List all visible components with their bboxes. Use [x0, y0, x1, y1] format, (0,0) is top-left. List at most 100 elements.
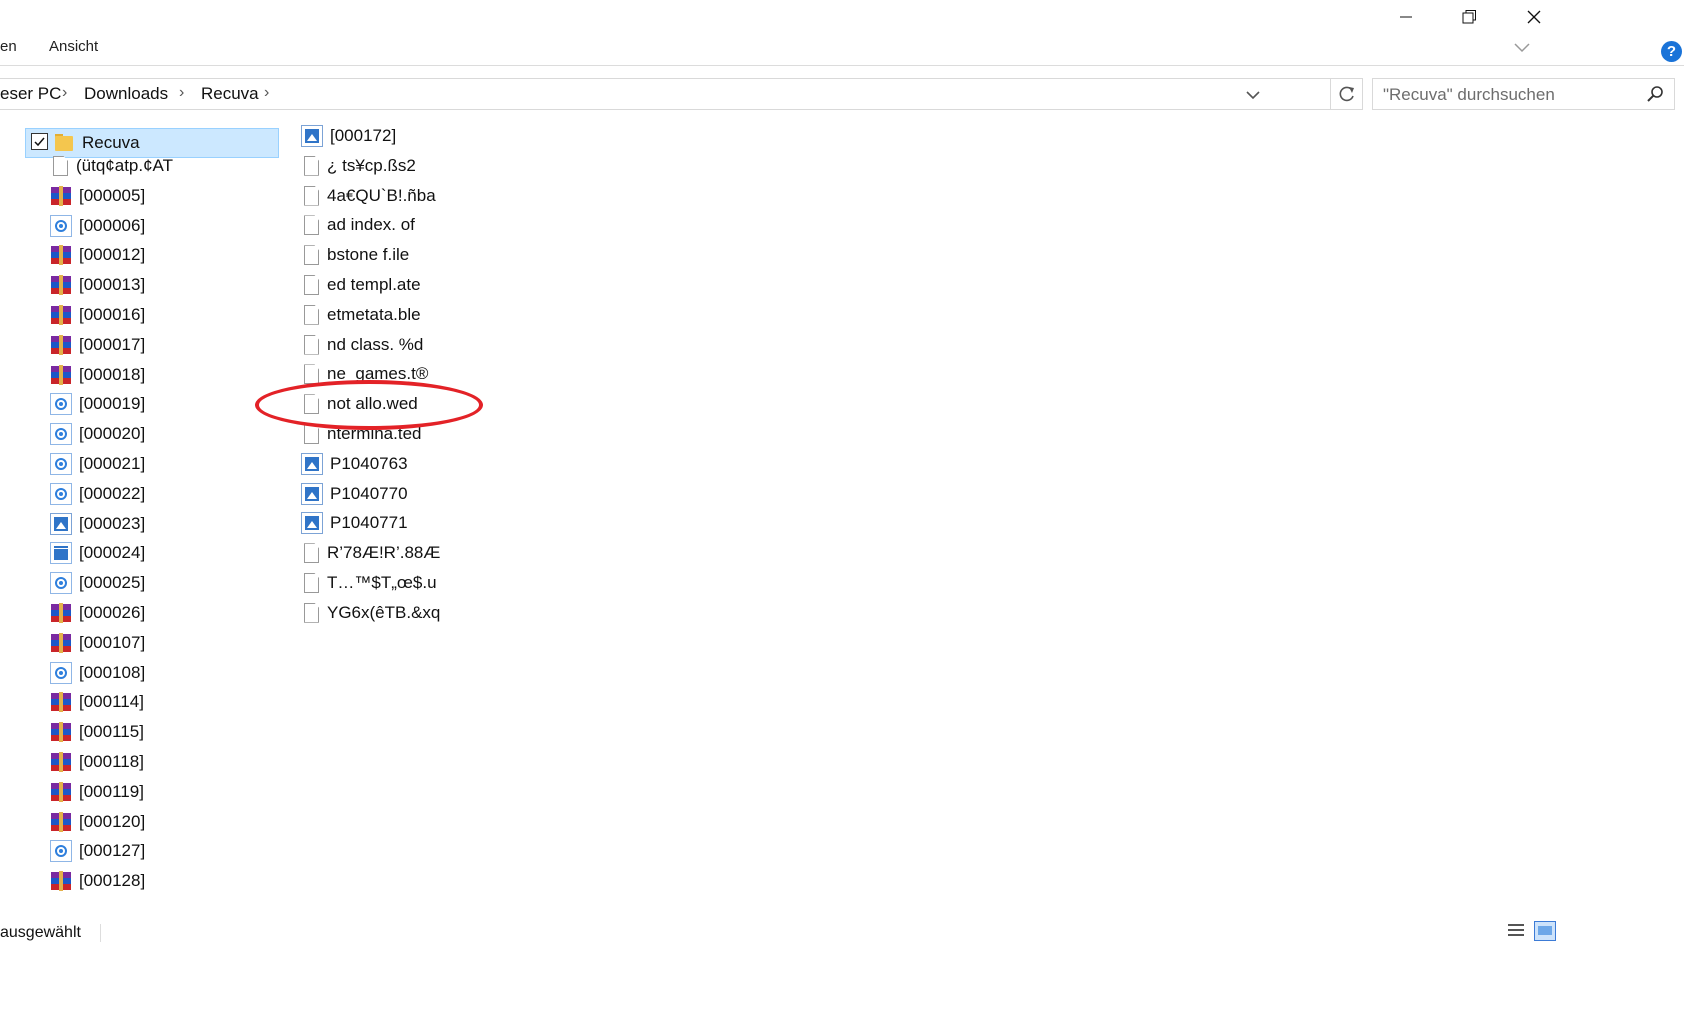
image-file-icon — [50, 512, 72, 535]
status-divider — [100, 924, 101, 942]
file-item[interactable]: YG6x(êTB.&xq — [301, 598, 440, 628]
winrar-archive-icon — [50, 721, 72, 743]
file-item[interactable]: [000119] — [50, 777, 144, 807]
document-icon — [304, 602, 319, 623]
file-name: [000114] — [79, 692, 144, 712]
file-item[interactable]: [000025] — [50, 568, 145, 598]
breadcrumb-downloads[interactable]: Downloads — [84, 84, 168, 104]
file-name: R’78Æ!R’.88Æ — [327, 543, 441, 563]
ribbon-divider — [0, 65, 1684, 66]
file-item[interactable]: [000019] — [50, 389, 145, 419]
chevron-down-icon — [1514, 43, 1530, 53]
document-icon — [304, 364, 319, 385]
image-file-icon — [301, 482, 323, 505]
image-file-icon — [301, 125, 323, 147]
file-name: [000025] — [79, 573, 146, 593]
breadcrumb-recuva[interactable]: Recuva — [201, 84, 259, 104]
file-name: [000019] — [79, 394, 146, 414]
file-item[interactable]: [000013] — [50, 270, 145, 300]
ribbon-tab-partial[interactable]: en — [0, 38, 17, 55]
file-name: [000022] — [79, 483, 146, 503]
winrar-archive-icon — [50, 602, 72, 624]
file-item[interactable]: bstone f.ile — [301, 240, 409, 270]
document-icon — [304, 155, 319, 176]
file-name: ed templ.ate — [327, 275, 421, 294]
tab-view[interactable]: Ansicht — [49, 38, 98, 55]
document-icon — [304, 185, 319, 206]
breadcrumb-separator[interactable]: › — [62, 84, 67, 102]
winrar-archive-icon — [50, 870, 72, 892]
winrar-archive-icon — [50, 811, 72, 833]
media-file-icon — [50, 214, 72, 237]
file-name: YG6x(êTB.&xq — [327, 602, 441, 622]
file-item[interactable]: [000114] — [50, 687, 144, 717]
file-item[interactable]: 4a€QU`B!.ñba — [301, 181, 436, 211]
winrar-archive-icon — [50, 751, 72, 773]
file-item[interactable]: [000172] — [301, 121, 396, 151]
file-item[interactable]: nd class. %d — [301, 330, 423, 360]
file-item[interactable]: [000118] — [50, 747, 144, 777]
file-item[interactable]: [000018] — [50, 360, 145, 390]
refresh-button[interactable] — [1331, 78, 1363, 110]
file-item[interactable]: [000024] — [50, 538, 145, 568]
file-item[interactable]: [000128] — [50, 866, 145, 896]
file-name: [000119] — [79, 781, 144, 801]
winrar-archive-icon — [50, 274, 72, 296]
file-item[interactable]: ad index. of — [301, 210, 415, 240]
item-checkbox[interactable] — [31, 133, 48, 150]
file-item[interactable]: [000020] — [50, 419, 145, 449]
file-item[interactable]: P1040770 — [301, 479, 408, 509]
file-item[interactable]: [000012] — [50, 240, 145, 270]
file-item[interactable]: R’78Æ!R’.88Æ — [301, 538, 440, 568]
document-icon — [53, 156, 68, 176]
file-item[interactable]: [000022] — [50, 479, 145, 509]
file-item[interactable]: [000017] — [50, 330, 145, 360]
file-item[interactable]: [000120] — [50, 807, 145, 837]
details-view-button[interactable] — [1505, 921, 1527, 941]
file-item[interactable]: T…™$T„œ$.u — [301, 568, 437, 598]
document-icon — [304, 304, 319, 325]
file-item[interactable]: [000021] — [50, 449, 145, 479]
file-item[interactable]: ed templ.ate — [301, 270, 421, 300]
file-name: (ütq¢atp.¢AT — [76, 156, 174, 175]
refresh-icon — [1339, 86, 1354, 102]
winrar-archive-icon — [50, 364, 72, 386]
address-history-dropdown[interactable] — [1245, 88, 1261, 106]
file-name: [000172] — [330, 126, 397, 145]
file-name: bstone f.ile — [327, 245, 410, 265]
address-bar[interactable] — [0, 78, 1331, 110]
minimize-icon — [1400, 16, 1412, 18]
file-item[interactable]: etmetata.ble — [301, 300, 421, 330]
file-item[interactable]: P1040771 — [301, 508, 408, 538]
file-item[interactable]: P1040763 — [301, 449, 408, 479]
close-window-button[interactable] — [1499, 0, 1569, 34]
file-name: T…™$T„œ$.u — [327, 573, 437, 592]
file-item[interactable]: [000127] — [50, 836, 145, 866]
file-item[interactable]: [000026] — [50, 598, 145, 628]
file-item[interactable]: [000016] — [50, 300, 145, 330]
breadcrumb-separator[interactable]: › — [264, 84, 269, 102]
file-name: [000005] — [79, 185, 146, 205]
file-item[interactable]: [000108] — [50, 658, 145, 688]
minimize-button[interactable] — [1371, 0, 1441, 34]
file-name: [000023] — [79, 513, 146, 533]
restore-button[interactable] — [1434, 0, 1504, 34]
ribbon-expand-button[interactable] — [1512, 40, 1532, 59]
breadcrumb-this-pc[interactable]: eser PC — [0, 84, 61, 104]
file-item[interactable]: ¿ ts¥cp.ßs2 — [301, 151, 416, 181]
file-item[interactable]: [000115] — [50, 717, 144, 747]
file-item[interactable]: [000023] — [50, 509, 145, 539]
file-item[interactable]: (ütq¢atp.¢AT — [50, 151, 173, 181]
file-name: [000120] — [79, 811, 146, 831]
file-item[interactable]: [000107] — [50, 628, 145, 658]
search-box[interactable]: "Recuva" durchsuchen — [1372, 78, 1675, 110]
file-item[interactable]: [000005] — [50, 181, 145, 211]
image-file-icon — [301, 512, 323, 535]
large-icons-view-button[interactable] — [1534, 921, 1556, 941]
check-icon — [34, 137, 45, 147]
file-item[interactable]: [000006] — [50, 211, 145, 241]
breadcrumb-separator[interactable]: › — [179, 84, 184, 102]
media-file-icon — [50, 423, 72, 446]
search-icon[interactable] — [1646, 85, 1664, 108]
help-button[interactable]: ? — [1661, 41, 1682, 62]
